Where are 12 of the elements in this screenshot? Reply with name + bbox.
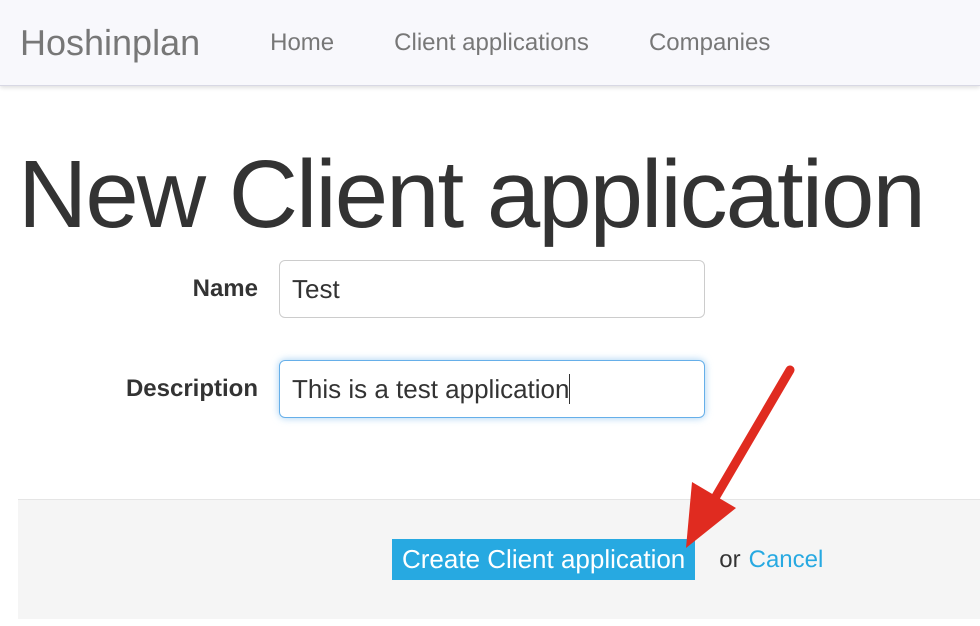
nav-link[interactable]: Companies: [648, 24, 770, 60]
field-label: Description: [124, 374, 258, 404]
input-field[interactable]: This is a test application: [279, 360, 705, 418]
input-field[interactable]: Test: [279, 260, 705, 318]
create-button[interactable]: Create Client application: [392, 539, 696, 580]
brand-link[interactable]: Hoshinplan: [20, 16, 200, 70]
cancel-link[interactable]: Cancel: [748, 542, 824, 578]
field-label: Name: [192, 274, 258, 304]
nav-link[interactable]: Home: [270, 24, 334, 60]
page-title: New Client application: [18, 140, 925, 250]
separator-text: or: [719, 544, 741, 574]
nav-link[interactable]: Client applications: [394, 24, 589, 60]
